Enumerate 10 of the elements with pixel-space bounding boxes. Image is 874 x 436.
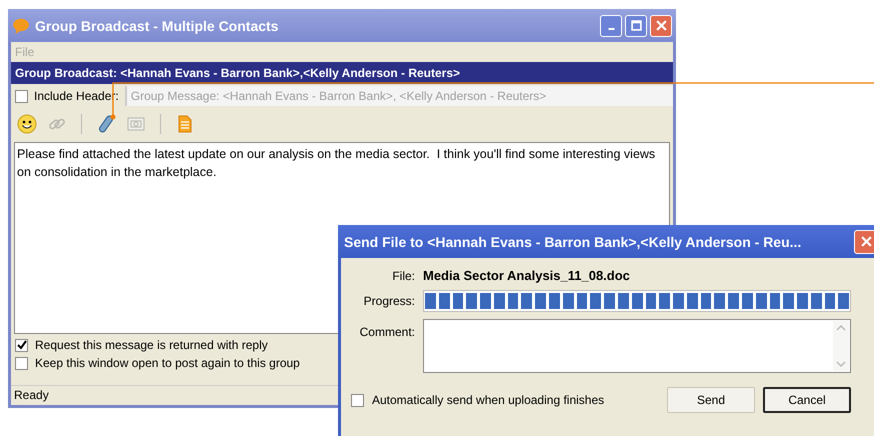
checkbox-label: Keep this window open to post again to this group	[35, 356, 300, 370]
recipients-header: Group Broadcast: <Hannah Evans - Barron Bank>,<Kelly Anderson - Reuters>	[11, 62, 673, 84]
file-name: Media Sector Analysis_11_08.doc	[423, 268, 631, 283]
progress-label: Progress:	[362, 294, 415, 308]
file-label: File:	[391, 268, 415, 282]
checkbox-label: Automatically send when uploading finishes	[372, 393, 604, 407]
window-title: Group Broadcast - Multiple Contacts	[35, 18, 278, 34]
comment-label: Comment:	[358, 324, 415, 339]
checkbox-label: Request this message is returned with reply	[35, 338, 268, 352]
dialog-title: Send File to <Hannah Evans - Barron Bank>,<Kelly Anderson - Reu...	[344, 234, 802, 250]
